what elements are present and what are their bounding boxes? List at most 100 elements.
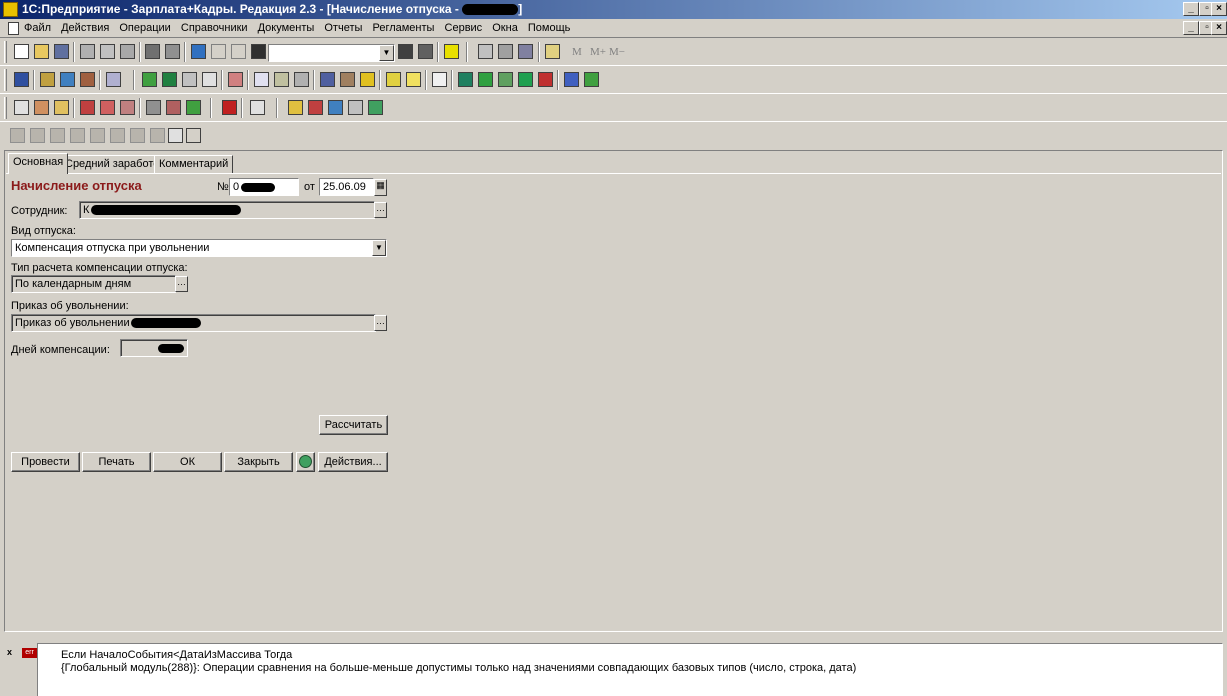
sort-asc-icon[interactable] [130,128,145,143]
app-icon[interactable] [3,2,18,17]
employee-field[interactable]: К [79,201,375,219]
tax-icon[interactable] [458,72,473,87]
menu-regulations[interactable]: Регламенты [372,22,434,34]
open-folder-icon[interactable] [34,44,49,59]
tab-main[interactable]: Основная [8,153,69,174]
help-icon[interactable] [168,128,183,143]
help-question-icon[interactable] [444,44,459,59]
menu-reports[interactable]: Отчеты [324,22,362,34]
memory-plus-button[interactable]: M+ [590,46,606,58]
graph-icon[interactable] [54,100,69,115]
memory-minus-button[interactable]: M− [609,46,625,58]
face-icon[interactable] [360,72,375,87]
menu-windows[interactable]: Окна [492,22,518,34]
hire-icon[interactable] [142,72,157,87]
close-messages-icon[interactable]: x [7,647,12,657]
person-icon[interactable] [288,100,303,115]
message-line-2[interactable]: {Глобальный модуль(288)}: Операции сравн… [61,662,856,674]
calculator-icon[interactable] [478,44,493,59]
print-icon[interactable] [145,44,160,59]
organization-icon[interactable] [80,72,95,87]
group-icon[interactable] [308,100,323,115]
tab-average-earnings[interactable]: Средний заработок [60,155,170,173]
post-button[interactable]: Провести [11,452,80,472]
undo-icon[interactable] [211,44,226,59]
properties-icon[interactable] [191,44,206,59]
child-minimize-button[interactable]: _ [1183,21,1199,35]
redo-icon[interactable] [231,44,246,59]
sick-leave-icon[interactable] [274,72,289,87]
close-window-button[interactable]: × [1211,2,1227,16]
tab-comment[interactable]: Комментарий [154,155,234,173]
contributions-icon[interactable] [478,72,493,87]
timesheet-icon[interactable] [294,72,309,87]
document-icon[interactable] [8,22,19,35]
emblem-icon[interactable] [368,100,383,115]
analysis-icon[interactable] [100,100,115,115]
actions-button[interactable]: Действия... [318,452,388,472]
transfer-icon[interactable] [162,72,177,87]
sort-desc-icon[interactable] [150,128,165,143]
find-binoculars-icon[interactable] [251,44,266,59]
calendar-icon[interactable] [498,44,513,59]
list-icon[interactable] [182,72,197,87]
wizard-icon[interactable] [250,100,265,115]
print-button[interactable]: Печать [82,452,151,472]
find-next-icon[interactable] [398,44,413,59]
accrual-icon[interactable] [320,72,335,87]
save-icon[interactable] [54,44,69,59]
context-help-icon[interactable] [186,128,201,143]
payment-icon[interactable] [386,72,401,87]
report-icon[interactable] [432,72,447,87]
globe-icon[interactable] [328,100,343,115]
child-close-button[interactable]: × [1211,21,1227,35]
handbook-icon[interactable] [545,44,560,59]
chart-icon[interactable] [564,72,579,87]
users-icon[interactable] [14,72,29,87]
memory-button[interactable]: M [572,46,582,58]
forward-icon[interactable] [222,100,237,115]
payroll-icon[interactable] [340,72,355,87]
notes-icon[interactable] [348,100,363,115]
menu-actions[interactable]: Действия [61,22,109,34]
messages-icon[interactable] [518,44,533,59]
paste-icon[interactable] [120,44,135,59]
ok-button[interactable]: ОК [153,452,222,472]
number-field[interactable]: 0 [229,178,299,196]
calc-type-field[interactable]: По календарным дням [11,275,176,293]
toolbar-grip[interactable] [4,69,7,91]
new-document-icon[interactable] [14,44,29,59]
employees-icon[interactable] [40,72,55,87]
print-preview-icon[interactable] [165,44,180,59]
arrow-down-icon[interactable] [110,128,125,143]
chevron-down-icon[interactable]: ▼ [372,240,386,256]
chevron-down-icon[interactable]: ▼ [379,45,394,61]
order-select-button[interactable]: … [374,315,387,331]
arrow-up-icon[interactable] [90,128,105,143]
summary-icon[interactable] [120,100,135,115]
calculate-button[interactable]: Рассчитать [319,415,388,435]
toolbar-grip[interactable] [4,97,7,119]
menu-service[interactable]: Сервис [445,22,483,34]
vacation-icon[interactable] [254,72,269,87]
statement-icon[interactable] [406,72,421,87]
cut-icon[interactable] [80,44,95,59]
export-icon[interactable] [584,72,599,87]
tools-icon[interactable] [106,72,121,87]
menu-file[interactable]: Файл [24,22,51,34]
calendar-picker-icon[interactable]: ▦ [374,179,387,196]
staff-icon[interactable] [60,72,75,87]
edit-row-icon[interactable] [50,128,65,143]
menu-documents[interactable]: Документы [258,22,315,34]
date-field[interactable]: 25.06.09 [319,178,374,196]
journal-icon[interactable] [14,100,29,115]
employee-select-button[interactable]: … [374,202,387,218]
toolbar-grip[interactable] [4,41,7,63]
settings-icon[interactable] [146,100,161,115]
message-line-1[interactable]: Если НачалоСобытия<ДатаИзМассива Тогда [61,649,292,661]
order-field[interactable]: Приказ об увольнении [11,314,376,332]
dismiss-icon[interactable] [202,72,217,87]
add-row-icon[interactable] [10,128,25,143]
forms-icon[interactable] [166,100,181,115]
copy-row-icon[interactable] [30,128,45,143]
